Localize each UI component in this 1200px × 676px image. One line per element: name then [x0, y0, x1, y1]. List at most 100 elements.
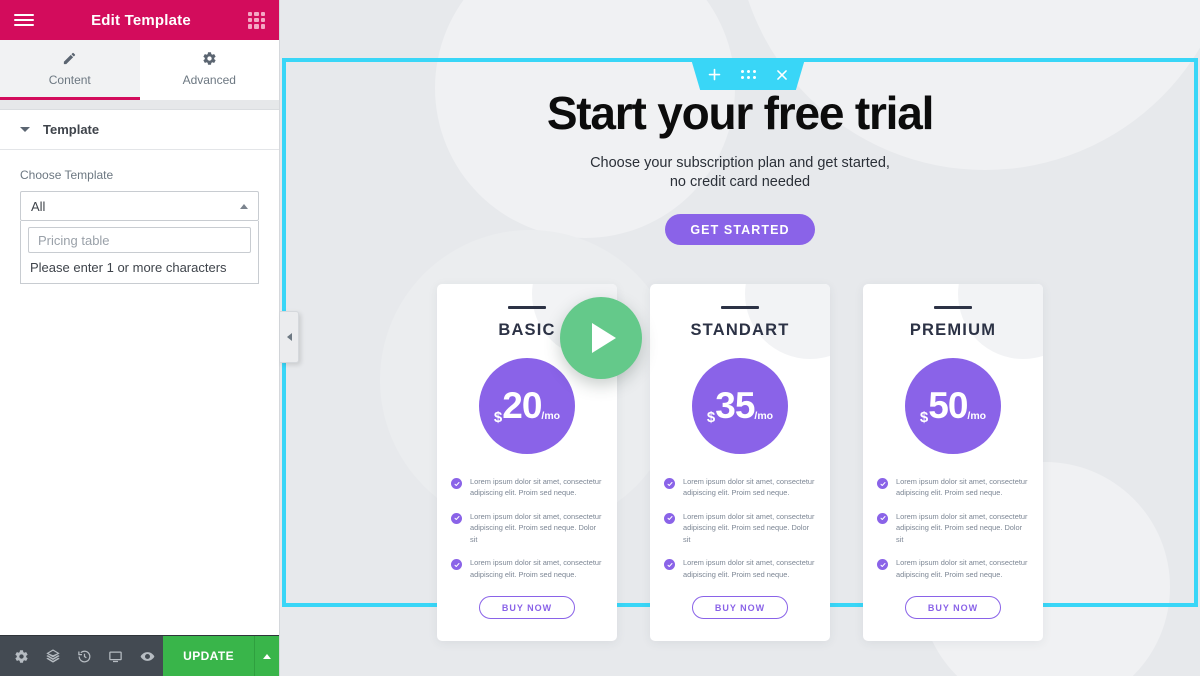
price-currency: $: [706, 408, 716, 426]
price-period: /mo: [967, 409, 987, 422]
feature-text: Lorem ipsum dolor sit amet, consectetur …: [470, 477, 602, 498]
caret-up-icon: [240, 203, 248, 209]
choose-template-label: Choose Template: [20, 168, 114, 182]
tab-content-label: Content: [48, 72, 91, 87]
hamburger-icon[interactable]: [14, 14, 34, 26]
template-section-title: Template: [43, 122, 100, 137]
update-options-button[interactable]: [254, 635, 279, 676]
buy-now-button[interactable]: BUY NOW: [905, 596, 1001, 620]
panel-header: Edit Template: [0, 0, 279, 40]
feature-item: Lorem ipsum dolor sit amet, consectetur …: [664, 557, 816, 580]
price-period: /mo: [541, 409, 561, 422]
editor-panel: Edit Template Content Advanced Template …: [0, 0, 280, 676]
gear-icon: [202, 51, 217, 66]
tab-advanced-label: Advanced: [182, 72, 236, 87]
section-toolbar: [691, 59, 805, 90]
feature-item: Lorem ipsum dolor sit amet, consectetur …: [664, 511, 816, 545]
check-circle-icon: [877, 512, 888, 524]
price-value: $50/mo: [920, 387, 986, 426]
card-divider: [721, 306, 759, 309]
hero-subtitle-line-1: Choose your subscription plan and get st…: [590, 155, 890, 171]
template-search-input[interactable]: [28, 227, 251, 253]
layers-icon[interactable]: [37, 636, 68, 676]
feature-item: Lorem ipsum dolor sit amet, consectetur …: [451, 476, 603, 499]
template-section-header[interactable]: Template: [0, 110, 279, 150]
feature-item: Lorem ipsum dolor sit amet, consectetur …: [877, 557, 1029, 580]
feature-list: Lorem ipsum dolor sit amet, consectetur …: [664, 476, 816, 580]
panel-tab-divider: [0, 100, 279, 110]
update-button[interactable]: UPDATE: [163, 635, 254, 676]
buy-now-button[interactable]: BUY NOW: [692, 596, 788, 620]
check-circle-icon: [451, 512, 462, 524]
check-circle-icon: [664, 512, 675, 524]
choose-template-value: All: [31, 198, 46, 214]
feature-item: Lorem ipsum dolor sit amet, consectetur …: [451, 557, 603, 580]
panel-collapse-handle[interactable]: [280, 311, 299, 363]
check-circle-icon: [664, 478, 675, 489]
pricing-card[interactable]: STANDART $35/mo Lorem ipsum dolor sit amet…: [650, 284, 830, 642]
tab-content[interactable]: Content: [0, 40, 140, 100]
dropdown-search-wrapper: [21, 221, 258, 258]
price-badge: $50/mo: [905, 358, 1001, 454]
price-currency: $: [919, 408, 929, 426]
update-button-group: UPDATE: [163, 635, 279, 676]
pricing-card[interactable]: PREMIUM $50/mo Lorem ipsum dolor sit amet,…: [863, 284, 1043, 642]
widgets-grid-icon[interactable]: [248, 11, 265, 29]
feature-item: Lorem ipsum dolor sit amet, consectetur …: [664, 476, 816, 499]
close-x-icon[interactable]: [765, 59, 799, 90]
price-value: $20/mo: [494, 387, 560, 426]
feature-item: Lorem ipsum dolor sit amet, consectetur …: [451, 511, 603, 545]
choose-template-dropdown: Please enter 1 or more characters: [20, 221, 259, 284]
tab-advanced[interactable]: Advanced: [139, 40, 279, 100]
feature-text: Lorem ipsum dolor sit amet, consectetur …: [470, 511, 602, 544]
feature-list: Lorem ipsum dolor sit amet, consectetur …: [451, 476, 603, 580]
feature-text: Lorem ipsum dolor sit amet, consectetur …: [683, 511, 815, 544]
price-currency: $: [493, 408, 503, 426]
price-amount: 20: [502, 384, 542, 426]
price-period: /mo: [754, 409, 774, 422]
elementor-editor-root: Edit Template Content Advanced Template …: [0, 0, 1200, 676]
feature-text: Lorem ipsum dolor sit amet, consectetur …: [470, 558, 602, 579]
preview-eye-icon[interactable]: [132, 636, 163, 676]
plan-name: STANDART: [690, 321, 790, 339]
check-circle-icon: [664, 559, 675, 571]
panel-title: Edit Template: [91, 11, 191, 29]
video-play-button[interactable]: [560, 297, 642, 379]
choose-template-select[interactable]: All: [20, 191, 259, 221]
card-divider: [934, 306, 972, 309]
panel-body: Choose Template All Please enter 1 or mo…: [0, 150, 279, 635]
get-started-button[interactable]: GET STARTED: [665, 214, 815, 246]
pencil-icon: [62, 51, 77, 66]
feature-item: Lorem ipsum dolor sit amet, consectetur …: [877, 476, 1029, 499]
check-circle-icon: [451, 478, 462, 489]
caret-up-icon: [263, 653, 271, 659]
feature-item: Lorem ipsum dolor sit amet, consectetur …: [877, 511, 1029, 545]
feature-text: Lorem ipsum dolor sit amet, consectetur …: [896, 477, 1028, 498]
hero-subtitle: Choose your subscription plan and get st…: [280, 154, 1200, 192]
price-badge: $20/mo: [479, 358, 575, 454]
plus-icon[interactable]: [697, 59, 731, 90]
responsive-mode-icon[interactable]: [100, 636, 131, 676]
panel-tabs: Content Advanced: [0, 40, 279, 100]
hero-block: Start your free trial Choose your subscr…: [280, 90, 1200, 246]
buy-now-button[interactable]: BUY NOW: [479, 596, 575, 620]
preview-canvas: Start your free trial Choose your subscr…: [280, 0, 1200, 676]
check-circle-icon: [877, 478, 888, 489]
drag-handle-icon[interactable]: [731, 59, 765, 90]
feature-text: Lorem ipsum dolor sit amet, consectetur …: [683, 558, 815, 579]
price-badge: $35/mo: [692, 358, 788, 454]
dropdown-message: Please enter 1 or more characters: [30, 260, 227, 275]
check-circle-icon: [451, 559, 462, 571]
feature-text: Lorem ipsum dolor sit amet, consectetur …: [683, 477, 815, 498]
card-divider: [508, 306, 546, 309]
price-amount: 50: [928, 384, 968, 426]
price-amount: 35: [715, 384, 755, 426]
play-triangle-icon: [591, 323, 616, 353]
gear-icon[interactable]: [6, 636, 37, 676]
check-circle-icon: [877, 559, 888, 571]
history-icon[interactable]: [69, 636, 100, 676]
chevron-left-icon: [286, 333, 292, 341]
caret-down-icon[interactable]: [20, 127, 30, 132]
feature-text: Lorem ipsum dolor sit amet, consectetur …: [896, 511, 1028, 544]
feature-list: Lorem ipsum dolor sit amet, consectetur …: [877, 476, 1029, 580]
